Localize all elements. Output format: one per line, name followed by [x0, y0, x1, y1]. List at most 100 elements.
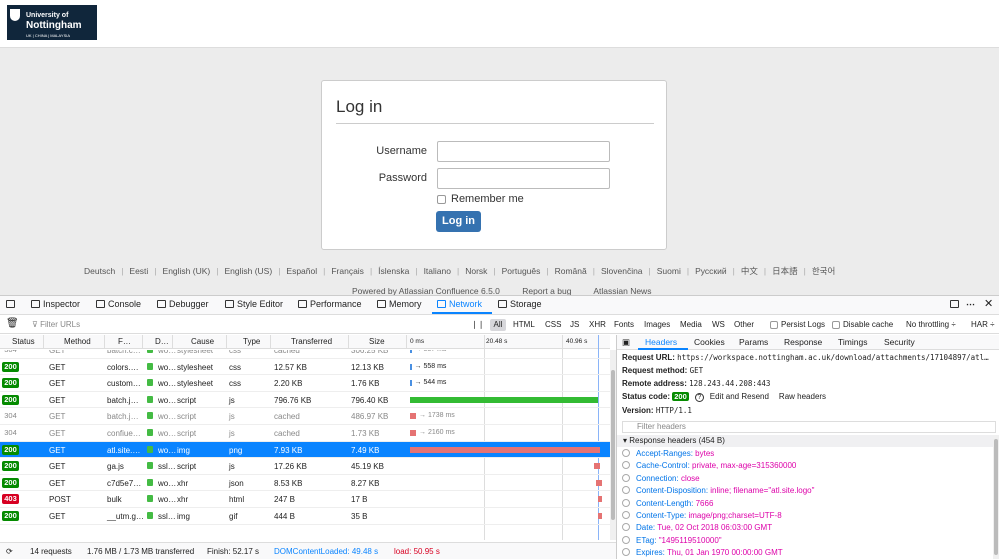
filter-css[interactable]: CSS: [545, 320, 561, 329]
language-link[interactable]: Italiano: [424, 266, 451, 276]
tab-storage[interactable]: Storage: [498, 299, 542, 309]
response-header[interactable]: Cache-Control: private, max-age=31536000…: [622, 461, 796, 470]
toggle-panel-icon[interactable]: ▣: [622, 337, 630, 348]
request-row[interactable]: 304 GET confiue… wo… script js cached 1.73 KB → …: [0, 425, 610, 442]
university-logo[interactable]: University of Nottingham UK | CHINA | MA…: [7, 5, 97, 40]
filter-html[interactable]: HTML: [513, 320, 535, 329]
language-link[interactable]: Русский: [695, 266, 727, 276]
tab-timings[interactable]: Timings: [838, 337, 867, 347]
tab-style-editor[interactable]: Style Editor: [225, 299, 283, 309]
request-row[interactable]: 200 GET __utm.g… ssl… img gif 444 B 35 B: [0, 508, 610, 525]
help-icon[interactable]: [622, 473, 630, 482]
har-menu[interactable]: HAR ÷: [971, 320, 995, 329]
response-header[interactable]: Date: Tue, 02 Oct 2018 06:03:00 GMT: [622, 523, 772, 532]
tab-response[interactable]: Response: [784, 337, 822, 347]
language-link[interactable]: Suomi: [657, 266, 681, 276]
tab-params[interactable]: Params: [739, 337, 768, 347]
request-row[interactable]: 304 GET batch.j… wo… script js cached 486.97 KB…: [0, 408, 610, 425]
request-row[interactable]: 200 GET ga.js ssl… script js 17.26 KB 45.19 KB: [0, 458, 610, 475]
details-scrollbar[interactable]: [993, 435, 999, 559]
response-headers-section[interactable]: ▾ Response headers (454 B): [617, 435, 999, 447]
login-button[interactable]: Log in: [436, 211, 481, 232]
request-row[interactable]: 403 POST bulk wo… xhr html 247 B 17 B: [0, 491, 610, 508]
language-link[interactable]: Íslenska: [378, 266, 409, 276]
col-type[interactable]: Type: [243, 337, 260, 346]
request-row[interactable]: 200 GET batch.j… wo… script js 796.76 KB 796.40…: [0, 392, 610, 409]
help-icon[interactable]: [622, 535, 630, 544]
language-link[interactable]: 日本語: [772, 266, 798, 276]
response-header[interactable]: ETag: "1495119510000": [622, 535, 722, 545]
pause-icon[interactable]: ❘❘: [471, 320, 484, 329]
col-domain[interactable]: D…: [155, 337, 169, 346]
filter-fonts[interactable]: Fonts: [614, 320, 634, 329]
request-row[interactable]: 200 GET colors.… wo… stylesheet css 12.57 KB 12…: [0, 359, 610, 376]
password-field[interactable]: [437, 168, 610, 189]
tab-headers[interactable]: Headers: [645, 337, 677, 347]
help-icon[interactable]: [622, 486, 630, 495]
atlassian-news-link[interactable]: Atlassian News: [593, 286, 651, 295]
powered-by-link[interactable]: Powered by Atlassian Confluence 6.5.0: [352, 286, 500, 295]
response-header[interactable]: Content-Length: 7666: [622, 498, 713, 508]
persist-logs-checkbox[interactable]: [770, 321, 778, 329]
request-row[interactable]: 304 GET batch.c… wo…stylesheet css cached 306.…: [0, 350, 610, 359]
help-icon[interactable]: [622, 449, 630, 457]
trash-icon[interactable]: 🗑: [6, 318, 19, 329]
language-link[interactable]: Norsk: [465, 266, 487, 276]
col-method[interactable]: Method: [64, 337, 91, 346]
col-size[interactable]: Size: [369, 337, 385, 346]
language-link[interactable]: Eesti: [129, 266, 148, 276]
reload-icon[interactable]: ⟳: [6, 547, 13, 556]
filter-js[interactable]: JS: [570, 320, 579, 329]
help-icon[interactable]: [622, 523, 630, 532]
language-link[interactable]: Deutsch: [84, 266, 115, 276]
help-icon[interactable]: [622, 461, 630, 470]
filter-ws[interactable]: WS: [712, 320, 725, 329]
response-header[interactable]: Content-Disposition: inline; filename="a…: [622, 486, 814, 495]
tab-network[interactable]: Network: [437, 299, 482, 309]
more-options-icon[interactable]: ⋯: [966, 299, 975, 310]
help-icon[interactable]: [622, 511, 630, 519]
response-header[interactable]: Content-Type: image/png;charset=UTF-8: [622, 511, 782, 520]
filter-headers-input[interactable]: Filter headers: [622, 421, 996, 433]
help-icon[interactable]: [622, 548, 630, 557]
report-bug-link[interactable]: Report a bug: [522, 286, 571, 295]
throttling-select[interactable]: No throttling ÷: [906, 320, 956, 329]
tab-memory[interactable]: Memory: [377, 299, 422, 309]
language-link[interactable]: Español: [286, 266, 317, 276]
col-transferred[interactable]: Transferred: [291, 337, 332, 346]
tab-security[interactable]: Security: [884, 337, 915, 347]
edit-resend-button[interactable]: Edit and Resend: [710, 392, 769, 401]
language-link[interactable]: Română: [555, 266, 587, 276]
filter-xhr[interactable]: XHR: [589, 320, 606, 329]
tab-inspector[interactable]: Inspector: [31, 299, 80, 309]
request-row[interactable]: 200 GET c7d5e7… wo… xhr json 8.53 KB 8.27 KB: [0, 475, 610, 492]
filter-all[interactable]: All: [490, 319, 506, 331]
tab-debugger[interactable]: Debugger: [157, 299, 209, 309]
raw-headers-toggle[interactable]: Raw headers: [779, 392, 826, 401]
tab-cookies[interactable]: Cookies: [694, 337, 725, 347]
language-link[interactable]: 한국어: [812, 266, 835, 276]
request-row[interactable]: 200 GET atl.site.… wo… img png 7.93 KB 7.49 KB: [0, 441, 610, 459]
help-icon[interactable]: ?: [694, 393, 704, 402]
language-link[interactable]: Português: [502, 266, 541, 276]
username-field[interactable]: [437, 141, 610, 162]
filter-images[interactable]: Images: [644, 320, 670, 329]
request-row[interactable]: 200 GET custom… wo… stylesheet css 2.20 KB 1.76…: [0, 375, 610, 392]
help-icon[interactable]: [622, 498, 630, 507]
response-header[interactable]: Expires: Thu, 01 Jan 1970 00:00:00 GMT: [622, 548, 783, 557]
pick-element-icon[interactable]: [6, 299, 18, 309]
language-link[interactable]: English (US): [224, 266, 272, 276]
close-icon[interactable]: ✕: [984, 297, 993, 310]
dock-icon[interactable]: [950, 299, 962, 309]
col-status[interactable]: Status: [12, 337, 35, 346]
disable-cache-checkbox[interactable]: [832, 321, 840, 329]
filter-other[interactable]: Other: [734, 320, 754, 329]
remember-me-checkbox[interactable]: [437, 195, 446, 204]
response-header[interactable]: Connection: close: [622, 473, 700, 483]
language-link[interactable]: 中文: [741, 266, 758, 276]
tab-console[interactable]: Console: [96, 299, 141, 309]
col-cause[interactable]: Cause: [191, 337, 214, 346]
language-link[interactable]: English (UK): [163, 266, 211, 276]
response-header[interactable]: Accept-Ranges: bytes: [622, 449, 714, 458]
filter-urls-input[interactable]: ⊽ Filter URLs: [32, 320, 80, 329]
